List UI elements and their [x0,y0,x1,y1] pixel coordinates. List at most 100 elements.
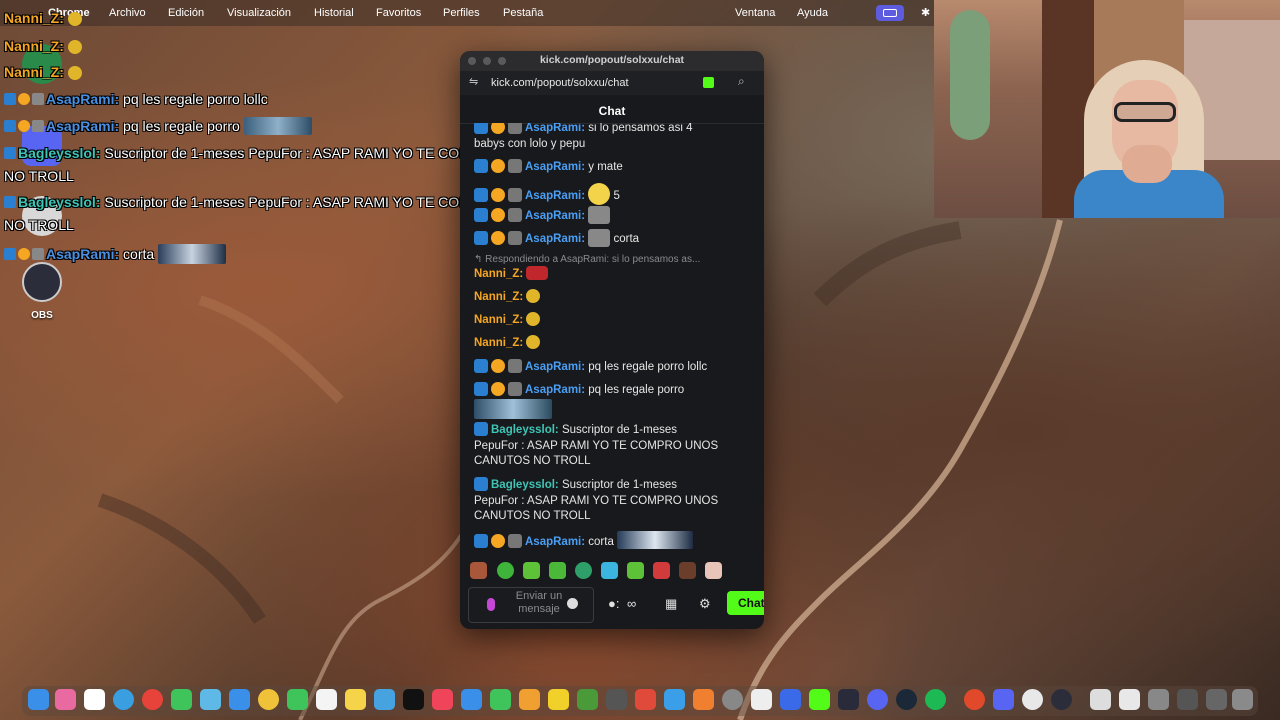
window-thumbnail-icon[interactable] [1177,689,1198,710]
chat-username[interactable]: AsapRami: [525,161,585,173]
menu-pestana[interactable]: Pestaña [503,7,543,19]
kick-extension-icon[interactable] [703,77,714,88]
messages-icon[interactable] [171,689,192,710]
chat-username[interactable]: Bagleysslol: [491,424,559,436]
chat-header: Chat [460,95,764,124]
mail-icon[interactable] [229,689,250,710]
app-icon[interactable] [635,689,656,710]
bluetooth-icon[interactable]: ✱ [921,6,930,19]
send-chat-button[interactable]: Chat [727,591,764,615]
emote-icon[interactable] [679,562,696,579]
pages-icon[interactable] [519,689,540,710]
url-text[interactable]: kick.com/popout/solxxu/chat [491,77,629,89]
chat-message: AsapRami: pq les regale porro [474,382,754,424]
menu-favoritos[interactable]: Favoritos [376,7,421,19]
ea-icon[interactable] [1022,689,1043,710]
menu-visualizacion[interactable]: Visualización [227,7,291,19]
obs-icon[interactable] [1051,689,1072,710]
system-settings-icon[interactable] [722,689,743,710]
streamer [1074,60,1224,218]
app-icon[interactable] [964,689,985,710]
app-store-icon[interactable] [664,689,685,710]
discord-icon[interactable] [993,689,1014,710]
chat-username[interactable]: AsapRami: [525,384,585,396]
emote-icon[interactable] [497,562,514,579]
finder-icon[interactable] [28,689,49,710]
apple-tv-icon[interactable] [403,689,424,710]
window-title: kick.com/popout/solxxu/chat [539,54,685,66]
obs-desktop-icon[interactable] [22,262,62,302]
app-icon[interactable] [780,689,801,710]
menu-perfiles[interactable]: Perfiles [443,7,480,19]
document-icon[interactable] [1090,689,1111,710]
photos-icon[interactable] [258,689,279,710]
game-icon[interactable] [548,689,569,710]
app-icon[interactable] [751,689,772,710]
chat-username[interactable]: AsapRami: [525,233,585,245]
music-icon[interactable] [432,689,453,710]
menu-historial[interactable]: Historial [314,7,354,19]
emote-icon[interactable] [549,562,566,579]
app-icon[interactable] [838,689,859,710]
chat-username[interactable]: Bagleysslol: [491,479,559,491]
chrome-icon[interactable] [142,689,163,710]
reminders-icon[interactable] [316,689,337,710]
freeform-icon[interactable] [374,689,395,710]
chat-username[interactable]: AsapRami: [525,536,585,548]
zoom-icon[interactable]: ⌕ [738,74,745,89]
calendar-icon[interactable] [84,689,105,710]
numbers-icon[interactable] [490,689,511,710]
emote-icon [588,206,611,224]
chat-message: Bagleysslol: Suscriptor de 1-meses PepuFo… [474,422,719,467]
chat-username[interactable]: Nanni_Z: [474,337,523,349]
chat-message: AsapRami: corta [474,229,754,248]
maps-icon[interactable] [200,689,221,710]
emote-icon[interactable] [653,562,670,579]
steam-icon[interactable] [896,689,917,710]
document-icon[interactable] [1119,689,1140,710]
safari-icon[interactable] [113,689,134,710]
kick-icon[interactable] [809,689,830,710]
facetime-icon[interactable] [287,689,308,710]
emote-icon[interactable] [575,562,592,579]
store-icon[interactable]: ▦ [665,596,677,612]
notes-icon[interactable] [345,689,366,710]
settings-gear-icon[interactable]: ⚙ [699,596,711,612]
chat-input[interactable]: Enviar un mensaje [468,587,594,623]
chat-username[interactable]: Nanni_Z: [474,268,523,280]
chat-username[interactable]: AsapRami: [525,210,585,222]
discord-icon[interactable] [867,689,888,710]
emote-icon[interactable] [470,562,487,579]
microphone-icon[interactable] [487,598,495,611]
app-icon[interactable] [606,689,627,710]
menu-ayuda[interactable]: Ayuda [797,7,828,19]
window-thumbnail-icon[interactable] [1148,689,1169,710]
chat-username[interactable]: AsapRami: [525,123,585,134]
menu-edicion[interactable]: Edición [168,7,204,19]
emote-icon[interactable] [523,562,540,579]
chat-username[interactable]: AsapRami: [525,361,585,373]
emoji-picker-icon[interactable] [567,598,578,609]
minecraft-icon[interactable] [577,689,598,710]
users-icon[interactable]: ●: [608,596,619,611]
keynote-icon[interactable] [461,689,482,710]
trash-icon[interactable] [1232,689,1253,710]
emote-icon[interactable] [705,562,722,579]
window-thumbnail-icon[interactable] [1206,689,1227,710]
emote-icon[interactable] [601,562,618,579]
chat-username[interactable]: Nanni_Z: [474,314,523,326]
site-settings-icon[interactable]: ⇋ [469,75,478,88]
screen-mirroring-icon[interactable] [876,5,904,21]
menu-archivo[interactable]: Archivo [109,7,146,19]
app-icon[interactable] [693,689,714,710]
chat-messages[interactable]: AsapRami: si lo pensamos asi 4 babys con … [460,123,764,555]
menu-ventana[interactable]: Ventana [735,7,775,19]
overlay-line: AsapRami: corta [4,244,227,264]
emote-icon[interactable] [627,562,644,579]
spotify-icon[interactable] [925,689,946,710]
chat-username[interactable]: AsapRami: [525,190,585,202]
infinity-icon[interactable]: ∞ [627,596,636,611]
chat-username[interactable]: Nanni_Z: [474,291,523,303]
address-bar[interactable]: ⇋ kick.com/popout/solxxu/chat ⌕ [460,71,764,95]
launchpad-icon[interactable] [55,689,76,710]
